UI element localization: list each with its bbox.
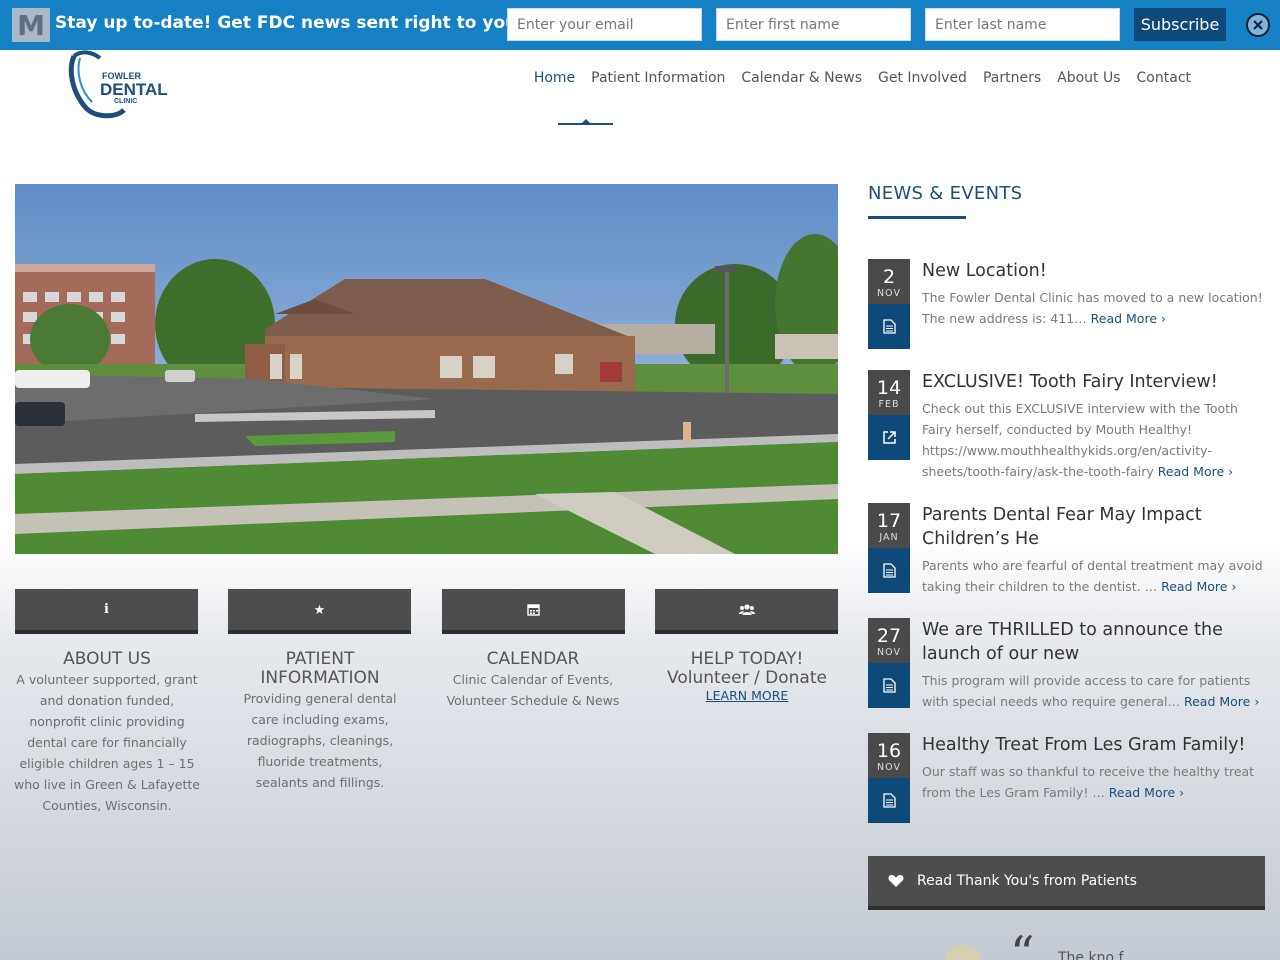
date-month: NOV xyxy=(877,762,901,773)
read-more-link[interactable]: Read More › xyxy=(1184,694,1259,709)
patient-info-description: Providing general dental care including … xyxy=(243,691,397,790)
date-badge: 2 NOV xyxy=(868,259,910,304)
date-month: FEB xyxy=(878,399,900,410)
nav-calendar-news[interactable]: Calendar & News xyxy=(733,70,870,86)
about-us-title: ABOUT US xyxy=(63,649,151,669)
calendar-title: CALENDAR xyxy=(486,649,580,669)
learn-more-link[interactable]: LEARN MORE xyxy=(652,688,842,703)
info-icon: i xyxy=(104,602,109,617)
date-badge: 17 JAN xyxy=(868,503,910,548)
news-title[interactable]: We are THRILLED to announce the launch o… xyxy=(922,618,1267,666)
testimonial-avatar xyxy=(945,945,981,960)
news-excerpt: Our staff was so thankful to receive the… xyxy=(922,761,1267,803)
calendar-section: CALENDAR Clinic Calendar of Events, Volu… xyxy=(438,650,628,711)
quote-icon: “ xyxy=(1010,926,1035,960)
nav-patient-information[interactable]: Patient Information xyxy=(583,70,733,86)
post-type-button[interactable] xyxy=(868,548,910,593)
email-input[interactable] xyxy=(507,8,702,41)
news-excerpt: This program will provide access to care… xyxy=(922,670,1267,712)
post-type-button[interactable] xyxy=(868,663,910,708)
nav-about-us[interactable]: About Us xyxy=(1049,70,1128,86)
external-link-icon xyxy=(882,431,896,444)
about-us-section: ABOUT US A volunteer supported, grant an… xyxy=(12,650,202,816)
date-day: 17 xyxy=(876,510,902,532)
close-icon[interactable] xyxy=(1246,13,1270,37)
document-icon xyxy=(882,563,896,578)
news-events-heading: NEWS & EVENTS xyxy=(868,183,1023,204)
news-excerpt: Parents who are fearful of dental treatm… xyxy=(922,555,1267,597)
date-month: NOV xyxy=(877,647,901,658)
logo-line-clinic: CLINIC xyxy=(114,98,138,105)
star-icon: ★ xyxy=(313,601,326,617)
calendar-description: Clinic Calendar of Events, Volunteer Sch… xyxy=(446,672,620,708)
document-icon xyxy=(882,793,896,808)
last-name-input[interactable] xyxy=(925,8,1120,41)
news-excerpt: Check out this EXCLUSIVE interview with … xyxy=(922,398,1267,482)
news-title[interactable]: EXCLUSIVE! Tooth Fairy Interview! xyxy=(922,370,1267,394)
logo-wordmark: FOWLER DENTAL CLINIC xyxy=(100,72,168,106)
help-today-section: HELP TODAY! Volunteer / Donate LEARN MOR… xyxy=(652,649,842,704)
patient-info-section: PATIENT INFORMATION Providing general de… xyxy=(225,650,415,793)
news-excerpt: The Fowler Dental Clinic has moved to a … xyxy=(922,287,1267,329)
main-nav: Home Patient Information Calendar & News… xyxy=(526,70,1199,86)
date-day: 14 xyxy=(876,377,902,399)
calendar-icon xyxy=(527,604,540,616)
read-thank-yous-button[interactable]: Read Thank You's from Patients xyxy=(868,856,1265,910)
date-day: 16 xyxy=(876,740,902,762)
nav-contact[interactable]: Contact xyxy=(1129,70,1199,86)
about-us-button[interactable]: i xyxy=(15,589,198,634)
date-badge: 27 NOV xyxy=(868,618,910,663)
subscribe-button[interactable]: Subscribe xyxy=(1134,8,1226,41)
patient-info-button[interactable]: ★ xyxy=(228,589,411,634)
first-name-input[interactable] xyxy=(716,8,911,41)
news-title[interactable]: Parents Dental Fear May Impact Children’… xyxy=(922,503,1267,551)
read-more-link[interactable]: Read More › xyxy=(1158,464,1233,479)
date-day: 27 xyxy=(876,625,902,647)
help-today-title: HELP TODAY! xyxy=(690,649,804,669)
date-month: NOV xyxy=(877,288,901,299)
date-month: JAN xyxy=(879,532,899,543)
help-today-button[interactable] xyxy=(655,589,838,634)
logo-line-dental: DENTAL xyxy=(100,80,168,99)
post-type-button[interactable] xyxy=(868,778,910,823)
active-nav-indicator xyxy=(558,119,613,125)
date-badge: 14 FEB xyxy=(868,370,910,415)
calendar-button[interactable] xyxy=(442,589,625,634)
nav-get-involved[interactable]: Get Involved xyxy=(870,70,975,86)
date-badge: 16 NOV xyxy=(868,733,910,778)
read-more-link[interactable]: Read More › xyxy=(1161,579,1236,594)
about-us-description: A volunteer supported, grant and donatio… xyxy=(14,672,200,813)
post-type-button[interactable] xyxy=(868,415,910,460)
read-more-link[interactable]: Read More › xyxy=(1109,785,1184,800)
mailchimp-logo-icon: M xyxy=(12,8,50,42)
volunteer-donate-subtitle: Volunteer / Donate xyxy=(667,668,827,688)
heading-underline xyxy=(868,216,966,219)
excerpt-text: Our staff was so thankful to receive the… xyxy=(922,764,1255,800)
subscribe-bar: M Stay up to-date! Get FDC news sent rig… xyxy=(0,0,1280,50)
thanks-label: Read Thank You's from Patients xyxy=(917,873,1137,889)
news-title[interactable]: Healthy Treat From Les Gram Family! xyxy=(922,733,1267,757)
patient-info-title: PATIENT INFORMATION xyxy=(260,649,380,688)
document-icon xyxy=(882,319,896,334)
users-icon xyxy=(738,604,755,615)
subscribe-message: Stay up to-date! Get FDC news sent right… xyxy=(55,13,585,33)
nav-home[interactable]: Home xyxy=(526,70,583,86)
news-title[interactable]: New Location! xyxy=(922,259,1267,283)
clinic-photo xyxy=(15,184,838,554)
nav-partners[interactable]: Partners xyxy=(975,70,1049,86)
post-type-button[interactable] xyxy=(868,304,910,349)
read-more-link[interactable]: Read More › xyxy=(1091,311,1166,326)
testimonial-text: The kno f xyxy=(1058,950,1124,960)
document-icon xyxy=(882,678,896,693)
heart-icon xyxy=(888,875,904,887)
date-day: 2 xyxy=(882,266,896,288)
